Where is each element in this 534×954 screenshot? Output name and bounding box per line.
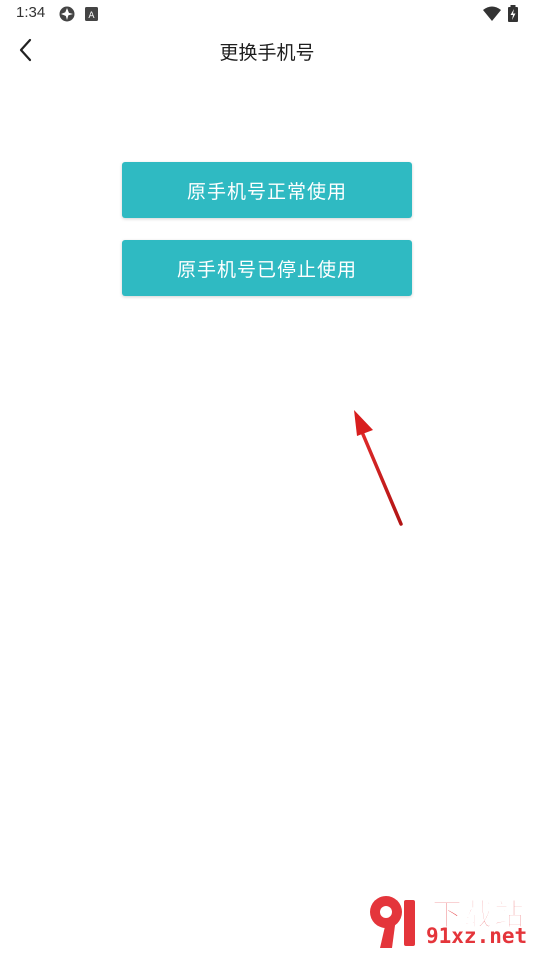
app-bar: 更换手机号 <box>0 28 534 74</box>
svg-text:A: A <box>88 11 95 21</box>
original-number-normal-label: 原手机号正常使用 <box>186 180 347 203</box>
watermark-domain: 91xz.net <box>426 924 528 948</box>
page-title: 更换手机号 <box>219 42 315 64</box>
annotation-arrow <box>340 400 420 544</box>
watermark-logo <box>362 892 426 954</box>
status-bar: 1:34 A <box>0 0 534 28</box>
original-number-stopped-label: 原手机号已停止使用 <box>176 258 357 281</box>
keyboard-a-icon: A <box>84 5 100 27</box>
original-number-stopped-button[interactable]: 原手机号已停止使用 <box>122 240 412 296</box>
vpn-icon <box>58 5 76 27</box>
watermark: 下载站 91xz.net <box>356 888 534 950</box>
battery-charging-icon <box>507 5 519 27</box>
wifi-icon <box>482 5 502 27</box>
original-number-normal-button[interactable]: 原手机号正常使用 <box>122 162 412 218</box>
status-time: 1:34 <box>16 4 46 21</box>
